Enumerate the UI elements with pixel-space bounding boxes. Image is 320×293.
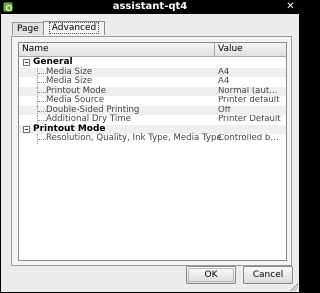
tree-header: Name Value	[19, 43, 286, 57]
tree-branch-line	[38, 110, 46, 112]
advanced-panel: Name Value General Media Size A4 Media Size…	[11, 36, 292, 266]
options-tree[interactable]: Name Value General Media Size A4 Media Size…	[18, 42, 287, 261]
tree-item-value: A4	[218, 67, 230, 77]
tree-item-value: Off	[218, 105, 231, 115]
tree-item-value: Controlled b...	[218, 134, 279, 143]
tab-page[interactable]: Page	[12, 22, 44, 35]
tree-item-value: A4	[218, 77, 230, 86]
tree-branch-line	[38, 91, 46, 93]
ok-button[interactable]: OK	[186, 266, 236, 284]
tab-advanced[interactable]: Advanced	[42, 21, 106, 35]
tree-item-value: Printer default	[218, 96, 280, 105]
collapse-icon[interactable]	[23, 59, 30, 66]
tab-advanced-label: Advanced	[48, 22, 100, 34]
tab-page-label: Page	[17, 24, 39, 34]
column-header-value[interactable]: Value	[215, 43, 286, 57]
title-bar[interactable]: assistant-qt4 ✕	[0, 0, 300, 14]
tree-rows: General Media Size A4 Media Size A4 Printout …	[19, 57, 286, 144]
tab-bar: Page Advanced	[12, 21, 106, 36]
dialog-window: Page Advanced Name Value General Media Si…	[0, 14, 300, 293]
window-title: assistant-qt4	[112, 1, 188, 12]
collapse-icon[interactable]	[23, 125, 30, 133]
tree-item-row[interactable]: Resolution, Quality, Ink Type, Media Typ…	[19, 133, 286, 144]
column-header-name[interactable]: Name	[19, 43, 215, 57]
resize-grip[interactable]	[290, 283, 298, 291]
tree-item-value: Printer Default	[218, 115, 281, 124]
tree-branch-line	[38, 101, 46, 102]
tree-branch-line	[38, 82, 46, 83]
cancel-button[interactable]: Cancel	[243, 266, 293, 284]
tree-branch-line	[38, 72, 46, 74]
tree-branch-line	[38, 120, 46, 121]
close-icon[interactable]: ✕	[285, 1, 296, 12]
tree-item-value: Normal (aut...	[218, 86, 278, 96]
tree-item-label: Resolution, Quality, Ink Type, Media Typ…	[46, 133, 222, 143]
tree-branch-line	[38, 139, 46, 140]
